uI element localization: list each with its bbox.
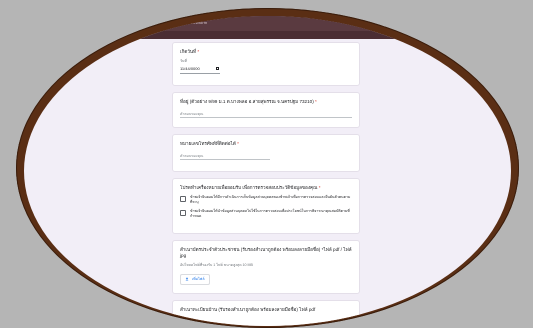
phone-question-card: หมายเลขโทรศัพท์ที่ติดต่อได้ * คำตอบของคุ… — [172, 134, 360, 172]
address-question-title: ที่อยู่ (ตัวอย่าง 9/99 ม.1 ต.บางพลอ อ.สา… — [180, 99, 352, 105]
date-sublabel: วันที่ — [180, 58, 352, 64]
add-file-button[interactable]: เพิ่มไฟล์ — [180, 274, 210, 285]
address-bar-url: docs.google.com/forms/d/e/1FAIpQLSe7t6..… — [104, 20, 207, 25]
date-input[interactable]: 11/44/0000 — [180, 66, 220, 74]
add-file-button-label: เพิ่มไฟล์ — [192, 276, 205, 282]
required-asterisk: * — [319, 185, 321, 190]
address-bar[interactable]: docs.google.com/forms/d/e/1FAIpQLSe7t6..… — [24, 16, 511, 31]
address-input[interactable]: คำตอบของคุณ — [180, 111, 352, 118]
upload-icon — [185, 277, 189, 281]
consent-question-title-text: โปรดทำเครื่องหมายเพื่อยอมรับ เพื่อการตรว… — [180, 185, 317, 190]
next-question-card: สำเนาทะเบียนบ้าน (รับรองสำเนาถูกต้อง พร้… — [172, 300, 360, 326]
phone-question-title-text: หมายเลขโทรศัพท์ที่ติดต่อได้ — [180, 141, 236, 146]
checkbox[interactable] — [180, 196, 186, 202]
checkbox[interactable] — [180, 210, 186, 216]
next-question-title: สำเนาทะเบียนบ้าน (รับรองสำเนาถูกต้อง พร้… — [180, 307, 352, 313]
consent-option-2[interactable]: ข้าพเจ้ายินยอมให้นำข้อมูลส่วนบุคคลไปใช้ใ… — [180, 209, 352, 219]
upload-question-title: สำเนาบัตรประจำตัวประชาชน (รับรองสำเนาถูก… — [180, 247, 352, 259]
date-question-title-text: เกิดวันที่ — [180, 49, 196, 54]
phone-question-title: หมายเลขโทรศัพท์ที่ติดต่อได้ * — [180, 141, 352, 147]
consent-option-1[interactable]: ข้าพเจ้ายินยอมให้มีการดำเนินการเก็บข้อมู… — [180, 195, 352, 205]
date-input-value: 11/44/0000 — [180, 66, 200, 71]
required-asterisk: * — [237, 141, 239, 146]
address-input-placeholder: คำตอบของคุณ — [180, 112, 203, 116]
phone-input[interactable]: คำตอบของคุณ — [180, 153, 270, 160]
screen-viewport: docs.google.com/forms/d/e/1FAIpQLSe7t6..… — [24, 16, 511, 326]
consent-option-2-label: ข้าพเจ้ายินยอมให้นำข้อมูลส่วนบุคคลไปใช้ใ… — [190, 209, 352, 219]
upload-question-card: สำเนาบัตรประจำตัวประชาชน (รับรองสำเนาถูก… — [172, 240, 360, 294]
consent-option-1-label: ข้าพเจ้ายินยอมให้มีการดำเนินการเก็บข้อมู… — [190, 195, 352, 205]
consent-question-card: โปรดทำเครื่องหมายเพื่อยอมรับ เพื่อการตรว… — [172, 178, 360, 234]
address-question-title-text: ที่อยู่ (ตัวอย่าง 9/99 ม.1 ต.บางพลอ อ.สา… — [180, 99, 314, 104]
calendar-icon[interactable] — [216, 67, 220, 71]
date-question-title: เกิดวันที่ * — [180, 49, 352, 55]
upload-help-text: อัปโหลดไฟล์ที่รองรับ 1 ไฟล์ ขนาดสูงสุด 1… — [180, 262, 352, 268]
browser-topbar: docs.google.com/forms/d/e/1FAIpQLSe7t6..… — [24, 16, 511, 39]
phone-input-placeholder: คำตอบของคุณ — [180, 154, 203, 158]
consent-question-title: โปรดทำเครื่องหมายเพื่อยอมรับ เพื่อการตรว… — [180, 185, 352, 191]
required-asterisk: * — [315, 99, 317, 104]
required-asterisk: * — [197, 49, 199, 54]
address-question-card: ที่อยู่ (ตัวอย่าง 9/99 ม.1 ต.บางพลอ อ.สา… — [172, 92, 360, 128]
date-question-card: เกิดวันที่ * วันที่ 11/44/0000 — [172, 42, 360, 86]
